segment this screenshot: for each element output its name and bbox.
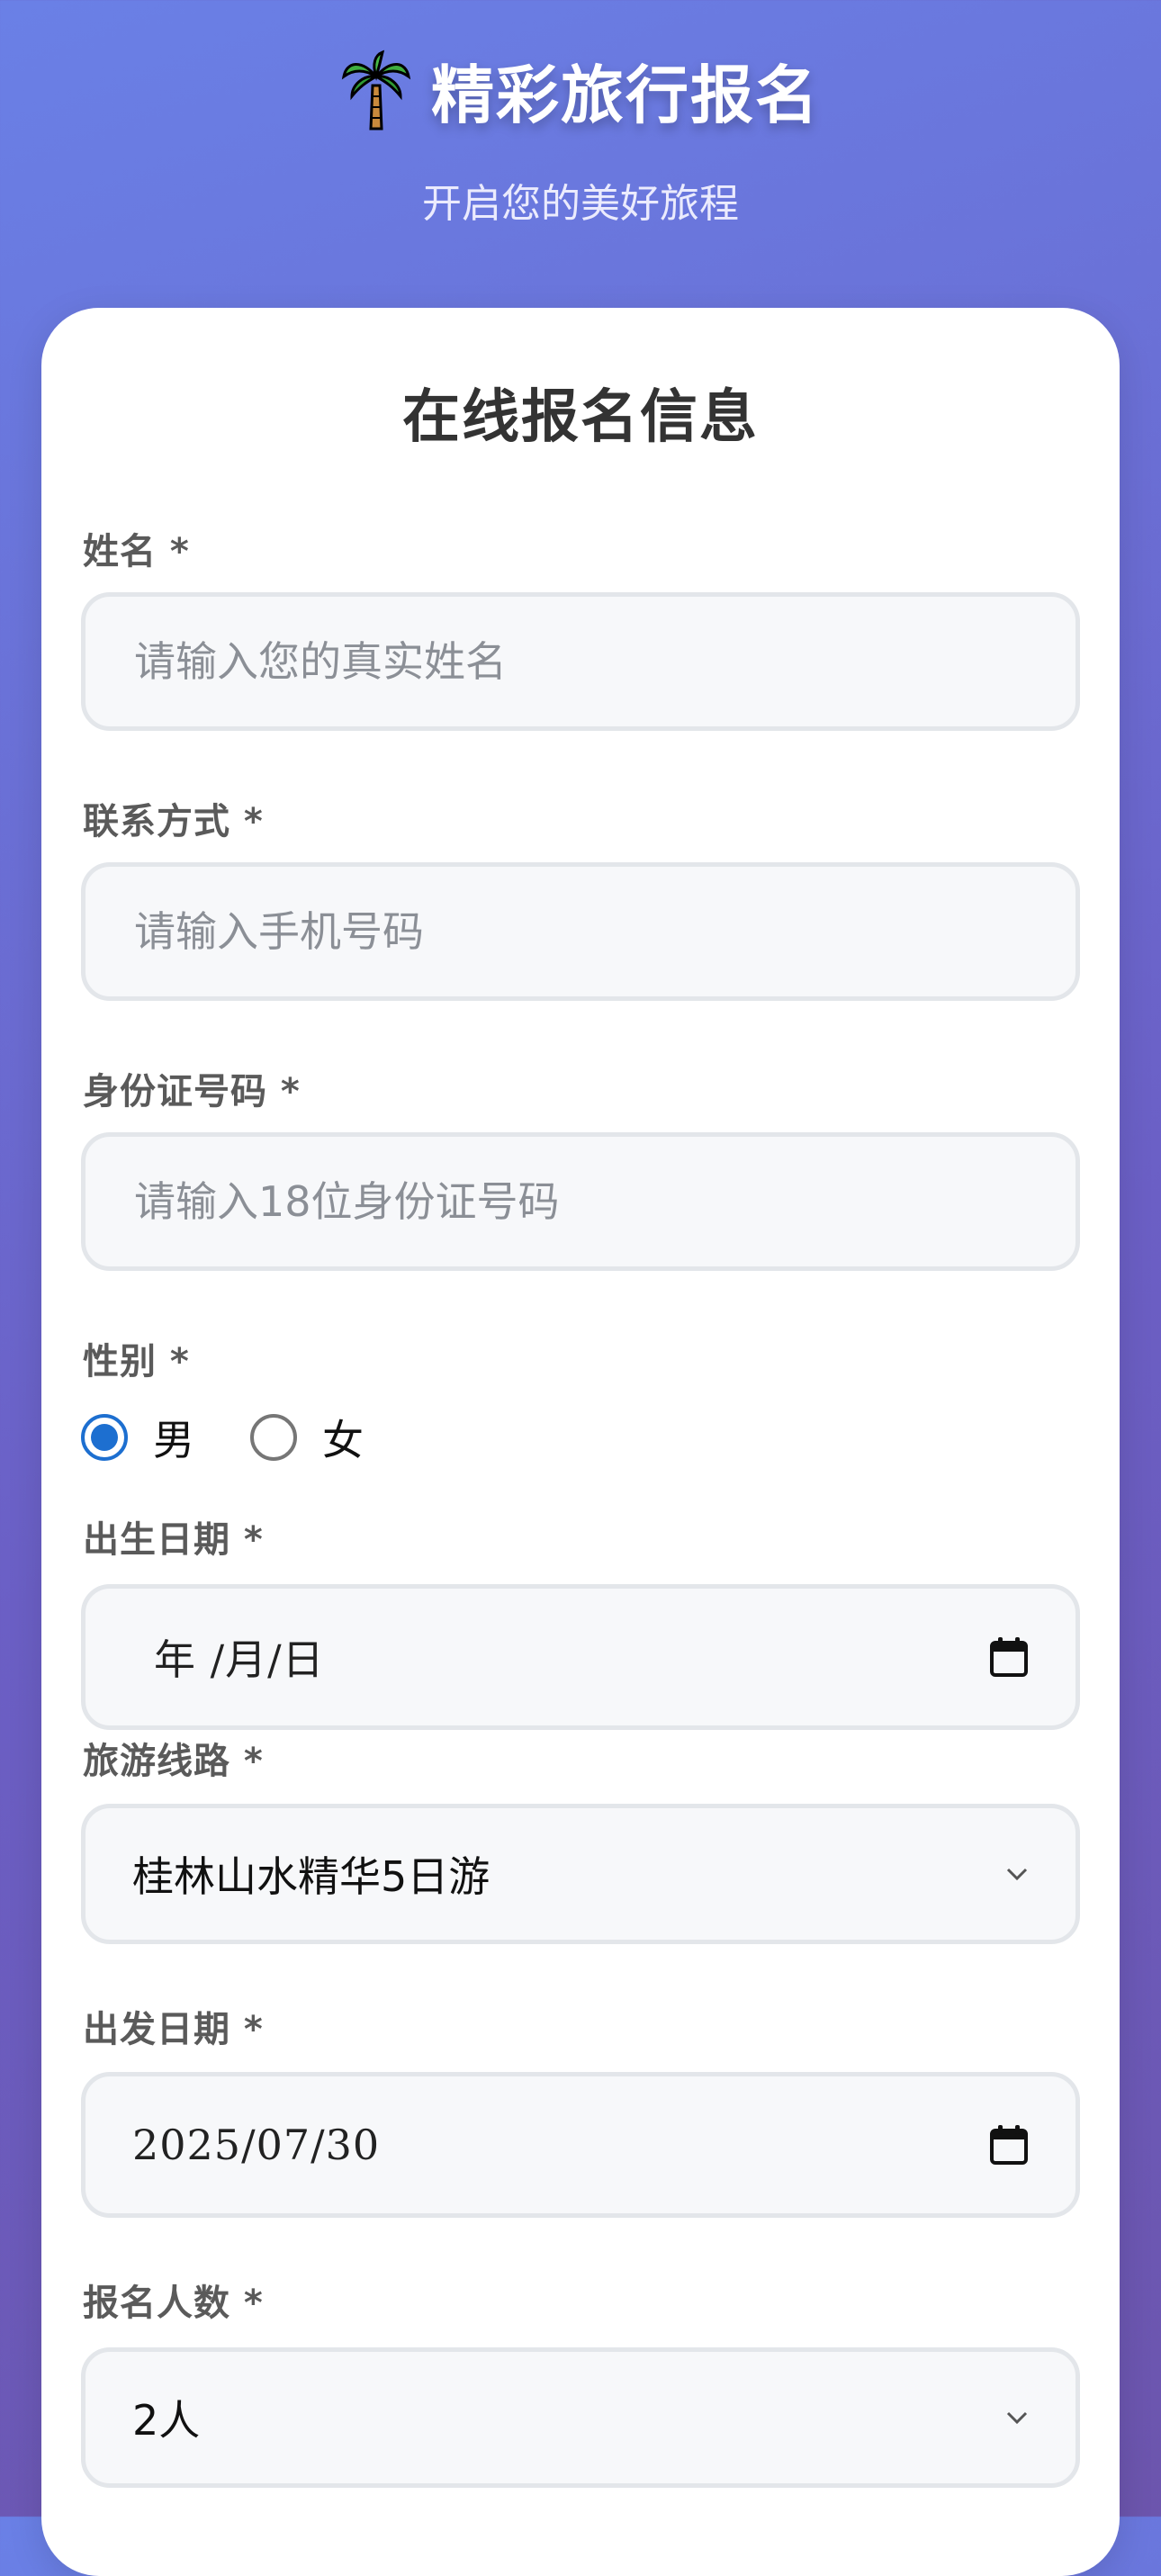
birth-date-value: 年 /月/日: [154, 1635, 325, 1684]
route-select[interactable]: 桂林山水精华5日游: [81, 1804, 1080, 1944]
name-label: 姓名 *: [83, 531, 190, 572]
id-number-label: 身份证号码 *: [83, 1071, 301, 1112]
birth-date-label: 出生日期 *: [83, 1519, 264, 1561]
radio-female[interactable]: [250, 1414, 297, 1461]
gender-female-label: 女: [322, 1416, 364, 1464]
phone-input[interactable]: [132, 906, 1029, 957]
id-number-input[interactable]: [132, 1176, 1029, 1227]
app-subtitle: 开启您的美好旅程: [422, 181, 739, 227]
route-selected-value: 桂林山水精华5日游: [132, 1852, 490, 1901]
gender-label: 性别 *: [83, 1341, 190, 1383]
route-label: 旅游线路 *: [83, 1741, 264, 1782]
page-header: 精彩旅行报名 开启您的美好旅程: [0, 0, 1161, 306]
gender-male-label: 男: [153, 1416, 194, 1464]
phone-label: 联系方式 *: [83, 801, 264, 842]
gender-radio-group: 男 女: [81, 1408, 419, 1467]
app-title: 精彩旅行报名: [431, 59, 820, 132]
palm-tree-icon: [341, 50, 411, 132]
name-field: [81, 592, 1080, 731]
form-title: 在线报名信息: [402, 384, 759, 451]
gender-option-female[interactable]: 女: [250, 1408, 364, 1467]
gender-option-male[interactable]: 男: [81, 1408, 194, 1467]
calendar-icon[interactable]: [989, 2124, 1029, 2166]
chevron-down-icon: [1005, 1867, 1029, 1881]
participants-label: 报名人数 *: [83, 2283, 264, 2324]
registration-form-card: 在线报名信息 姓名 * 联系方式 * 身份证号码 * 性别 * 男 女 出生日期…: [41, 308, 1120, 2576]
departure-date-label: 出发日期 *: [83, 2009, 264, 2050]
radio-male[interactable]: [81, 1414, 128, 1461]
birth-date-field[interactable]: 年 /月/日: [81, 1584, 1080, 1730]
brand: 精彩旅行报名: [0, 45, 1161, 136]
chevron-down-icon: [1005, 2410, 1029, 2425]
calendar-icon[interactable]: [989, 1636, 1029, 1678]
departure-date-field[interactable]: 2025/07/30: [81, 2072, 1080, 2218]
participants-select[interactable]: 2人: [81, 2347, 1080, 2488]
id-number-field: [81, 1132, 1080, 1271]
participants-selected-value: 2人: [132, 2396, 201, 2445]
departure-date-value: 2025/07/30: [132, 2121, 381, 2169]
phone-field: [81, 862, 1080, 1001]
name-input[interactable]: [132, 636, 1029, 687]
